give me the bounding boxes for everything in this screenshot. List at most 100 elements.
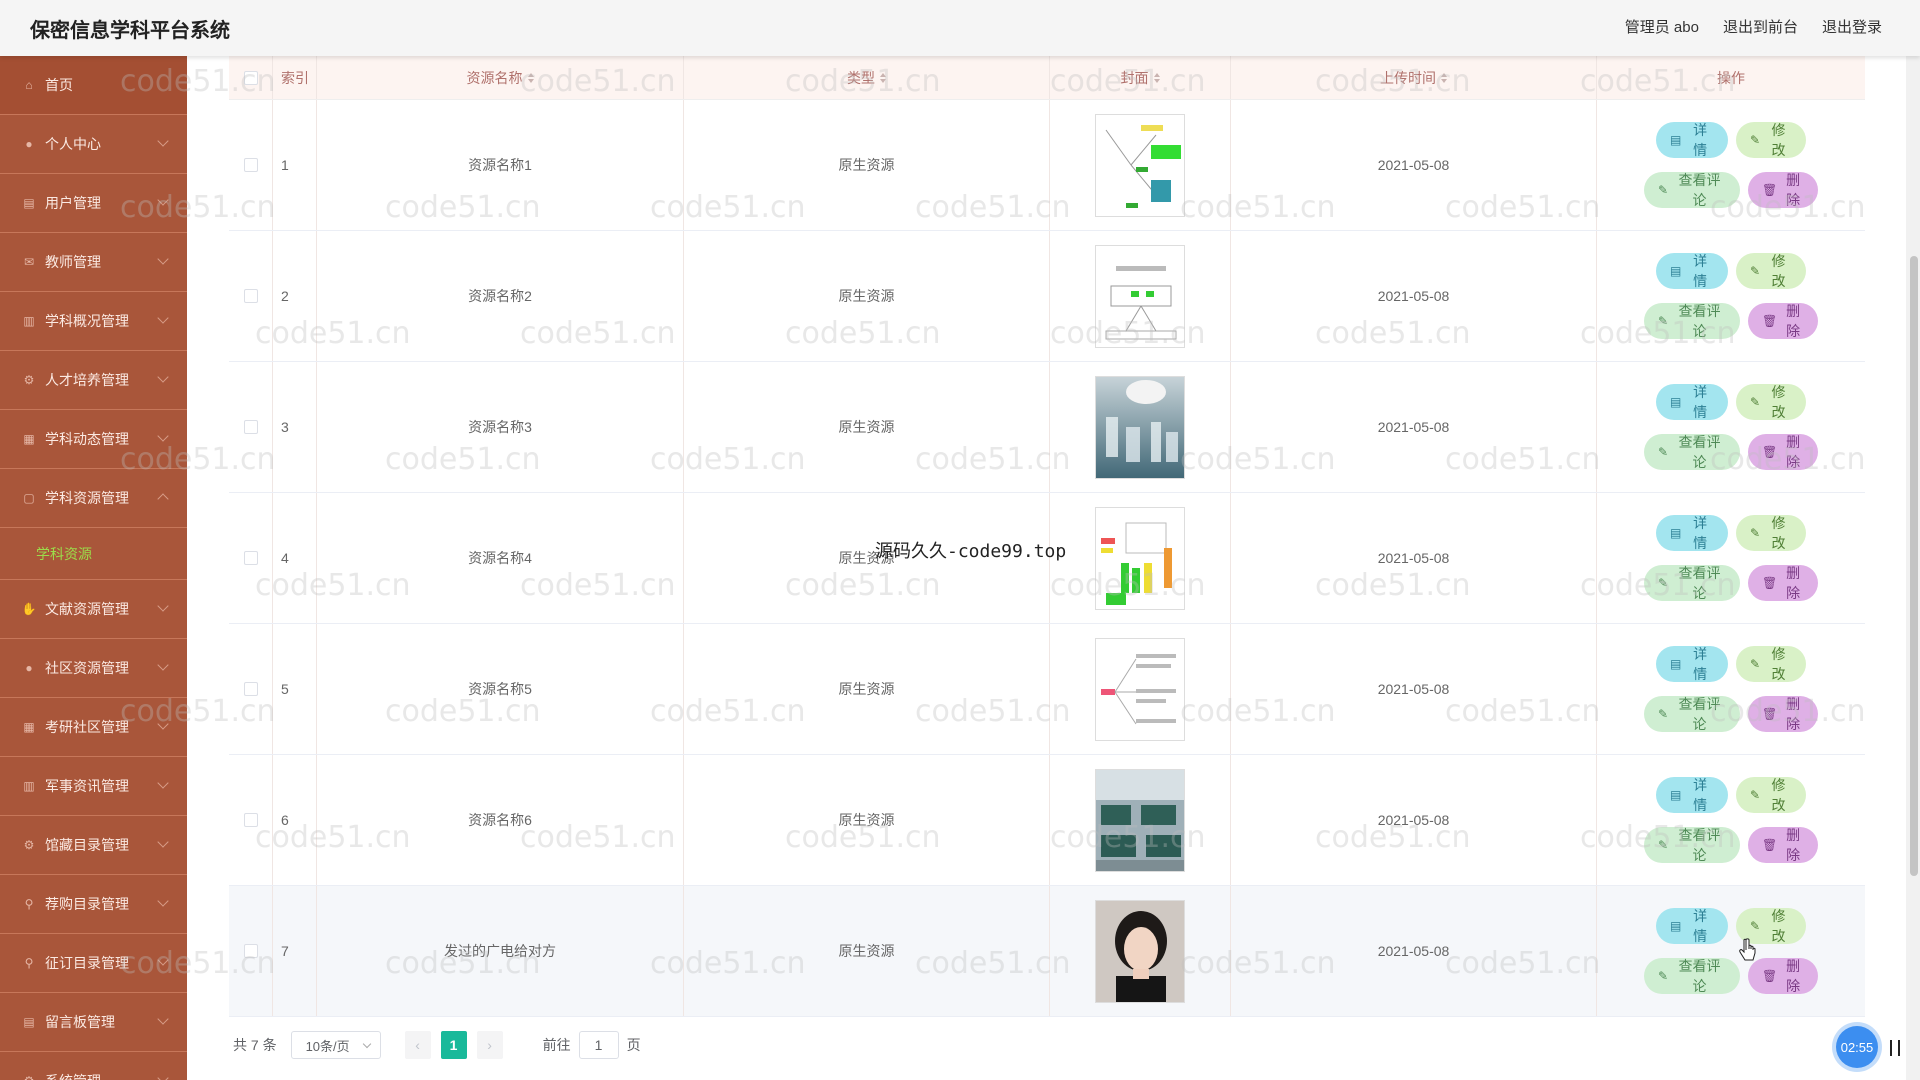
scrollbar[interactable]: [1906, 56, 1920, 1080]
cell-type: 原生资源: [684, 362, 1050, 492]
row-checkbox[interactable]: [243, 944, 258, 958]
edit-button[interactable]: ✎ 修改: [1736, 777, 1806, 813]
sidebar-item-recommend[interactable]: ⚲ 荐购目录管理: [0, 875, 187, 934]
delete-button[interactable]: 🗑 删除: [1748, 434, 1818, 470]
view-comments-button[interactable]: ✎ 查看评论: [1644, 303, 1740, 339]
edit-button[interactable]: ✎ 修改: [1736, 253, 1806, 289]
edit-button[interactable]: ✎ 修改: [1736, 646, 1806, 682]
chevron-right-icon: ›: [487, 1037, 492, 1053]
pause-icon[interactable]: [1890, 1040, 1900, 1056]
view-comments-button[interactable]: ✎ 查看评论: [1644, 565, 1740, 601]
sidebar-item-talent[interactable]: ⚙ 人才培养管理: [0, 351, 187, 410]
delete-label: 删除: [1786, 172, 1801, 208]
edit-button[interactable]: ✎ 修改: [1736, 122, 1806, 158]
detail-button[interactable]: ▤ 详情: [1656, 646, 1728, 682]
table-row: 2 资源名称2 原生资源 2021-05-08 ▤ 详情 ✎ 修改 ✎ 查看评论 🗑 删除: [229, 231, 1865, 362]
pencil-icon: ✎: [1658, 183, 1669, 197]
cover-image[interactable]: [1095, 244, 1185, 348]
row-checkbox[interactable]: [243, 813, 258, 827]
next-page-button[interactable]: ›: [476, 1031, 503, 1059]
delete-button[interactable]: 🗑 删除: [1748, 303, 1818, 339]
cell-index: 3: [273, 362, 317, 492]
delete-label: 删除: [1786, 434, 1801, 470]
header-name[interactable]: 资源名称: [317, 56, 684, 99]
header-cover[interactable]: 封面: [1050, 56, 1231, 99]
sidebar-item-message[interactable]: ▤ 留言板管理: [0, 993, 187, 1052]
header-time-label: 上传时间: [1380, 69, 1436, 86]
page-number-active[interactable]: 1: [440, 1031, 467, 1059]
sidebar-item-military[interactable]: ▥ 军事资讯管理: [0, 757, 187, 816]
detail-label: 详情: [1693, 646, 1708, 682]
row-checkbox[interactable]: [243, 158, 258, 172]
view-comments-button[interactable]: ✎ 查看评论: [1644, 434, 1740, 470]
detail-label: 详情: [1693, 384, 1708, 420]
goto-page-input[interactable]: 1: [578, 1031, 619, 1059]
sidebar-item-overview[interactable]: ▥ 学科概况管理: [0, 292, 187, 351]
view-comments-button[interactable]: ✎ 查看评论: [1644, 958, 1740, 994]
page-size-select[interactable]: 10条/页: [290, 1031, 381, 1059]
edit-label: 修改: [1771, 515, 1786, 551]
cover-image[interactable]: [1095, 113, 1185, 217]
row-checkbox[interactable]: [243, 420, 258, 434]
row-checkbox[interactable]: [243, 682, 258, 696]
cell-time: 2021-05-08: [1231, 231, 1597, 361]
cover-image[interactable]: [1095, 375, 1185, 479]
cover-image[interactable]: [1095, 899, 1185, 1003]
scrollbar-thumb[interactable]: [1910, 256, 1918, 876]
delete-label: 删除: [1786, 565, 1801, 601]
sidebar-item-label: 个人中心: [45, 136, 101, 152]
delete-button[interactable]: 🗑 删除: [1748, 958, 1818, 994]
header-time[interactable]: 上传时间: [1231, 56, 1597, 99]
cover-image[interactable]: [1095, 637, 1185, 741]
cell-type: 原生资源: [684, 755, 1050, 885]
view-comments-button[interactable]: ✎ 查看评论: [1644, 696, 1740, 732]
recording-timer[interactable]: 02:55: [1836, 1026, 1878, 1068]
cover-image[interactable]: [1095, 768, 1185, 872]
sidebar-item-subscription[interactable]: ⚲ 征订目录管理: [0, 934, 187, 993]
sidebar-item-users[interactable]: ▤ 用户管理: [0, 174, 187, 233]
grid-icon: ▦: [23, 720, 35, 734]
header-type[interactable]: 类型: [684, 56, 1050, 99]
detail-button[interactable]: ▤ 详情: [1656, 515, 1728, 551]
sidebar-item-literature[interactable]: ✋ 文献资源管理: [0, 580, 187, 639]
back-to-front-link[interactable]: 退出到前台: [1723, 16, 1798, 37]
delete-button[interactable]: 🗑 删除: [1748, 565, 1818, 601]
detail-button[interactable]: ▤ 详情: [1656, 253, 1728, 289]
delete-button[interactable]: 🗑 删除: [1748, 172, 1818, 208]
delete-button[interactable]: 🗑 删除: [1748, 696, 1818, 732]
sidebar-item-home[interactable]: ⌂ 首页: [0, 56, 187, 115]
app-title: 保密信息学科平台系统: [30, 20, 230, 42]
sidebar-item-personal[interactable]: ● 个人中心: [0, 115, 187, 174]
cell-index: 5: [273, 624, 317, 754]
edit-button[interactable]: ✎ 修改: [1736, 515, 1806, 551]
edit-button[interactable]: ✎ 修改: [1736, 384, 1806, 420]
comment-label: 查看评论: [1678, 434, 1721, 470]
trash-icon: 🗑: [1762, 707, 1778, 721]
chevron-down-icon: [157, 659, 169, 671]
chart-icon: ▥: [23, 314, 35, 328]
select-all-checkbox[interactable]: [243, 70, 258, 85]
row-checkbox[interactable]: [243, 551, 258, 565]
detail-button[interactable]: ▤ 详情: [1656, 122, 1728, 158]
pencil-icon: ✎: [1750, 264, 1761, 278]
sidebar-item-system[interactable]: ⚙ 系统管理: [0, 1052, 187, 1080]
sidebar-item-teachers[interactable]: ✉ 教师管理: [0, 233, 187, 292]
cover-image[interactable]: [1095, 506, 1185, 610]
detail-button[interactable]: ▤ 详情: [1656, 908, 1728, 944]
view-comments-button[interactable]: ✎ 查看评论: [1644, 827, 1740, 863]
sidebar-item-exam[interactable]: ▦ 考研社区管理: [0, 698, 187, 757]
detail-button[interactable]: ▤ 详情: [1656, 777, 1728, 813]
row-checkbox[interactable]: [243, 289, 258, 303]
sidebar-subitem-resources[interactable]: 学科资源: [0, 528, 187, 580]
detail-button[interactable]: ▤ 详情: [1656, 384, 1728, 420]
view-comments-button[interactable]: ✎ 查看评论: [1644, 172, 1740, 208]
header-type-label: 类型: [847, 69, 875, 86]
sidebar-item-collection[interactable]: ⚙ 馆藏目录管理: [0, 816, 187, 875]
sidebar-item-news[interactable]: ▦ 学科动态管理: [0, 410, 187, 469]
sidebar-item-community[interactable]: ● 社区资源管理: [0, 639, 187, 698]
prev-page-button[interactable]: ‹: [404, 1031, 431, 1059]
logout-link[interactable]: 退出登录: [1822, 16, 1882, 37]
edit-label: 修改: [1771, 122, 1786, 158]
delete-button[interactable]: 🗑 删除: [1748, 827, 1818, 863]
sidebar-item-resources[interactable]: ▢ 学科资源管理: [0, 469, 187, 528]
